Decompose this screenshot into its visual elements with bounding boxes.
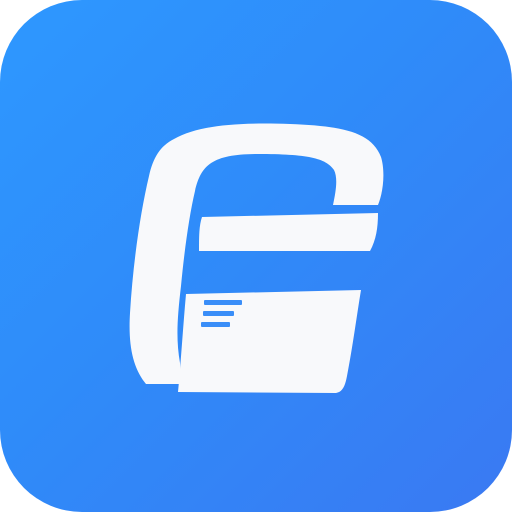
- icon-stage: [0, 0, 512, 512]
- document-sheet: [178, 290, 361, 393]
- document-line-2: [203, 311, 234, 316]
- document-line-1: [204, 300, 242, 305]
- app-icon[interactable]: [0, 0, 512, 512]
- document-logo-icon: [129, 123, 384, 393]
- document-line-3: [201, 322, 230, 327]
- logo-middle-bar: [199, 213, 378, 251]
